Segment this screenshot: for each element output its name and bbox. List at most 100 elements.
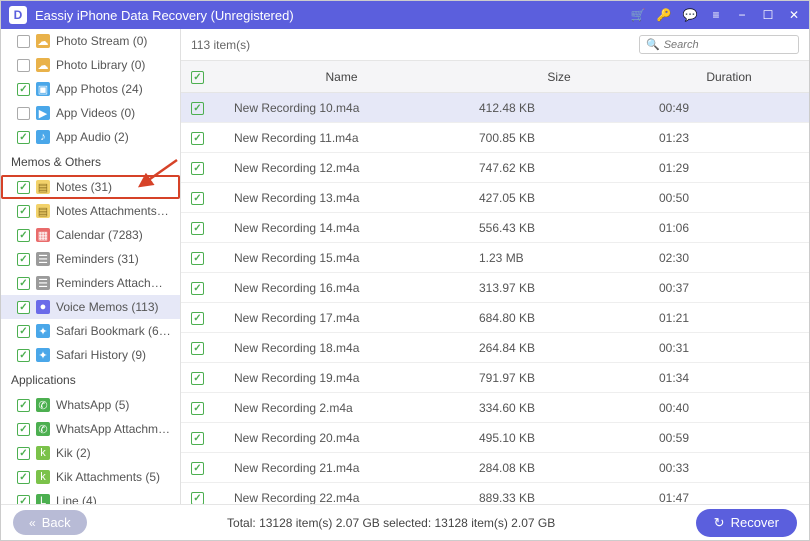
table-row[interactable]: New Recording 20.m4a495.10 KB00:59 xyxy=(181,423,809,453)
row-checkbox[interactable] xyxy=(191,192,204,205)
feedback-icon[interactable]: 💬 xyxy=(683,8,697,22)
row-checkbox[interactable] xyxy=(191,372,204,385)
checkbox[interactable] xyxy=(17,277,30,290)
table-row[interactable]: New Recording 15.m4a1.23 MB02:30 xyxy=(181,243,809,273)
select-all-checkbox[interactable] xyxy=(191,71,204,84)
category-icon: ☁ xyxy=(36,34,50,48)
column-name[interactable]: Name xyxy=(214,61,469,93)
close-icon[interactable]: ✕ xyxy=(787,8,801,22)
table-row[interactable]: New Recording 13.m4a427.05 KB00:50 xyxy=(181,183,809,213)
checkbox[interactable] xyxy=(17,205,30,218)
maximize-icon[interactable]: ☐ xyxy=(761,8,775,22)
refresh-icon: ↻ xyxy=(714,515,725,531)
back-button-label: Back xyxy=(42,515,71,530)
sidebar-item-label: App Audio (2) xyxy=(56,130,129,144)
table-row[interactable]: New Recording 14.m4a556.43 KB01:06 xyxy=(181,213,809,243)
checkbox[interactable] xyxy=(17,349,30,362)
search-box[interactable]: 🔍 xyxy=(639,35,799,54)
checkbox[interactable] xyxy=(17,301,30,314)
sidebar-item[interactable]: kKik (2) xyxy=(1,441,180,465)
menu-icon[interactable]: ≡ xyxy=(709,8,723,22)
cell-name: New Recording 14.m4a xyxy=(214,213,469,243)
sidebar-item[interactable]: ▦Calendar (7283) xyxy=(1,223,180,247)
row-checkbox[interactable] xyxy=(191,462,204,475)
table-row[interactable]: New Recording 10.m4a412.48 KB00:49 xyxy=(181,93,809,123)
cell-duration: 01:47 xyxy=(649,483,809,507)
table-row[interactable]: New Recording 16.m4a313.97 KB00:37 xyxy=(181,273,809,303)
back-button[interactable]: « Back xyxy=(13,510,87,535)
cell-name: New Recording 11.m4a xyxy=(214,123,469,153)
sidebar-item[interactable]: ✦Safari History (9) xyxy=(1,343,180,367)
column-duration[interactable]: Duration xyxy=(649,61,809,93)
key-icon[interactable]: 🔑 xyxy=(657,8,671,22)
sidebar-item[interactable]: ☁Photo Library (0) xyxy=(1,53,180,77)
cell-duration: 00:49 xyxy=(649,93,809,123)
sidebar-item[interactable]: ▶App Videos (0) xyxy=(1,101,180,125)
checkbox[interactable] xyxy=(17,181,30,194)
cell-size: 1.23 MB xyxy=(469,243,649,273)
row-checkbox[interactable] xyxy=(191,312,204,325)
cell-duration: 02:30 xyxy=(649,243,809,273)
table-row[interactable]: New Recording 19.m4a791.97 KB01:34 xyxy=(181,363,809,393)
checkbox[interactable] xyxy=(17,399,30,412)
sidebar-item[interactable]: ▣App Photos (24) xyxy=(1,77,180,101)
row-checkbox[interactable] xyxy=(191,432,204,445)
row-checkbox[interactable] xyxy=(191,342,204,355)
checkbox[interactable] xyxy=(17,83,30,96)
sidebar-item-label: Reminders Attachmen... xyxy=(56,276,172,290)
table-row[interactable]: New Recording 18.m4a264.84 KB00:31 xyxy=(181,333,809,363)
checkbox[interactable] xyxy=(17,229,30,242)
chevron-left-icon: « xyxy=(29,516,36,530)
row-checkbox[interactable] xyxy=(191,402,204,415)
checkbox[interactable] xyxy=(17,423,30,436)
row-checkbox[interactable] xyxy=(191,162,204,175)
table-scroll[interactable]: Name Size Duration New Recording 10.m4a4… xyxy=(181,61,809,506)
cell-size: 412.48 KB xyxy=(469,93,649,123)
sidebar-item[interactable]: ☁Photo Stream (0) xyxy=(1,29,180,53)
sidebar-item-label: Voice Memos (113) xyxy=(56,300,159,314)
row-checkbox[interactable] xyxy=(191,132,204,145)
checkbox[interactable] xyxy=(17,131,30,144)
sidebar-item[interactable]: ☰Reminders Attachmen... xyxy=(1,271,180,295)
table-row[interactable]: New Recording 21.m4a284.08 KB00:33 xyxy=(181,453,809,483)
select-all-header[interactable] xyxy=(181,61,214,93)
table-row[interactable]: New Recording 22.m4a889.33 KB01:47 xyxy=(181,483,809,507)
checkbox[interactable] xyxy=(17,107,30,120)
search-input[interactable] xyxy=(664,39,792,51)
sidebar-item-label: Kik Attachments (5) xyxy=(56,470,160,484)
table-row[interactable]: New Recording 11.m4a700.85 KB01:23 xyxy=(181,123,809,153)
sidebar-item[interactable]: ▤Notes Attachments (24) xyxy=(1,199,180,223)
sidebar-item[interactable]: ☰Reminders (31) xyxy=(1,247,180,271)
sidebar-item[interactable]: ✆WhatsApp (5) xyxy=(1,393,180,417)
category-icon: ▤ xyxy=(36,204,50,218)
checkbox[interactable] xyxy=(17,325,30,338)
minimize-icon[interactable]: − xyxy=(735,8,749,22)
sidebar-item[interactable]: ♪App Audio (2) xyxy=(1,125,180,149)
checkbox[interactable] xyxy=(17,471,30,484)
recover-button[interactable]: ↻ Recover xyxy=(696,509,797,537)
cell-size: 495.10 KB xyxy=(469,423,649,453)
row-checkbox[interactable] xyxy=(191,282,204,295)
row-checkbox[interactable] xyxy=(191,102,204,115)
column-size[interactable]: Size xyxy=(469,61,649,93)
sidebar-item[interactable]: ✦Safari Bookmark (653) xyxy=(1,319,180,343)
cell-name: New Recording 20.m4a xyxy=(214,423,469,453)
sidebar-item[interactable]: k Kik Attachments (5) xyxy=(1,465,180,489)
checkbox[interactable] xyxy=(17,59,30,72)
checkbox[interactable] xyxy=(17,35,30,48)
table-row[interactable]: New Recording 17.m4a684.80 KB01:21 xyxy=(181,303,809,333)
table-row[interactable]: New Recording 12.m4a747.62 KB01:29 xyxy=(181,153,809,183)
sidebar-item[interactable]: ✆WhatsApp Attachmen... xyxy=(1,417,180,441)
checkbox[interactable] xyxy=(17,253,30,266)
sidebar-item[interactable]: ▤Notes (31) xyxy=(1,175,180,199)
category-icon: k xyxy=(36,470,50,484)
row-checkbox[interactable] xyxy=(191,252,204,265)
row-checkbox[interactable] xyxy=(191,222,204,235)
cell-size: 313.97 KB xyxy=(469,273,649,303)
cell-duration: 01:06 xyxy=(649,213,809,243)
cart-icon[interactable]: 🛒 xyxy=(631,8,645,22)
checkbox[interactable] xyxy=(17,447,30,460)
sidebar-item[interactable]: ●Voice Memos (113) xyxy=(1,295,180,319)
table-row[interactable]: New Recording 2.m4a334.60 KB00:40 xyxy=(181,393,809,423)
sidebar-item-label: Safari History (9) xyxy=(56,348,146,362)
